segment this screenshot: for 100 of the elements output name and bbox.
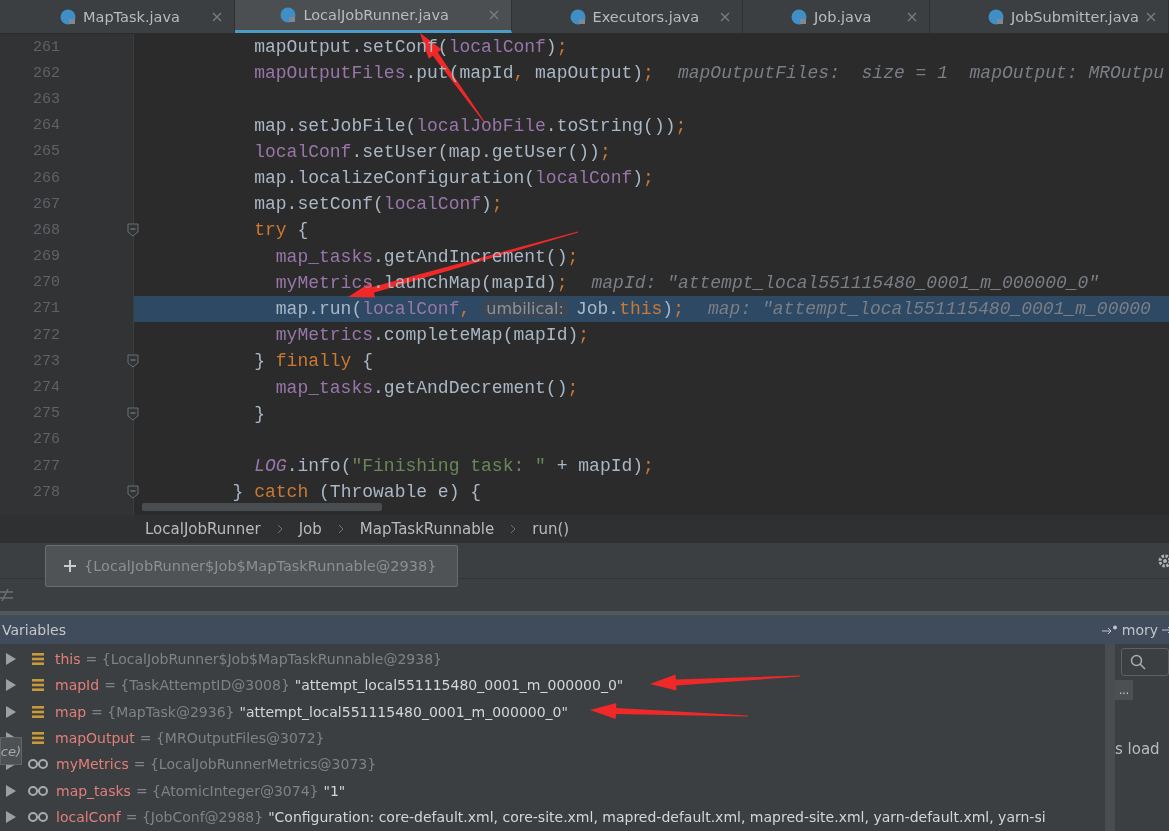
keyword: ;: [673, 298, 684, 319]
variable-name: this: [55, 651, 81, 668]
glasses-icon: [28, 810, 48, 823]
expand-arrow-icon: [6, 705, 16, 718]
static-field: LOG: [211, 456, 287, 477]
breadcrumb[interactable]: Job: [298, 520, 322, 538]
breadcrumb[interactable]: LocalJobRunner: [145, 520, 261, 538]
keyword: ;: [643, 168, 654, 189]
field-name: map_tasks: [274, 246, 374, 267]
scrollbar[interactable]: [1105, 644, 1115, 831]
object-reference: = {LocalJobRunnerMetrics@3073}: [133, 756, 377, 773]
chevron-icon: [276, 524, 283, 534]
variable-name: myMetrics: [56, 756, 129, 773]
code-text: (Throwable e) {: [318, 482, 482, 503]
expand-arrow-icon: [6, 653, 16, 666]
class-file-icon: [791, 8, 808, 25]
variable-name: mapId: [55, 677, 100, 694]
variable-value: "attempt_local551115480_0001_m_000000_0": [294, 677, 624, 694]
inline-value-hint: mapId: "attempt_local551115480_0001_m_000000_0": [591, 272, 1100, 293]
keyword: catch: [254, 482, 309, 503]
code-text: ): [632, 168, 644, 189]
expand-arrow-icon: [6, 679, 16, 692]
object-reference: = {MROutputFiles@3072}: [139, 730, 325, 747]
string-literal: "Finishing task: ": [351, 456, 546, 477]
search-icon: [1130, 654, 1146, 670]
inline-value-hint: mapOutputFiles: size = 1 mapOutput: MROutpu: [677, 63, 1164, 84]
header-label: mory: [1121, 621, 1158, 638]
object-reference: = {TaskAttemptID@3008}: [104, 677, 290, 694]
variable-value: "attempt_local551115480_0001_m_000000_0": [239, 703, 568, 720]
breadcrumb[interactable]: run(): [532, 520, 570, 538]
scrollbar[interactable]: [142, 503, 382, 511]
fold-marker-icon[interactable]: [127, 485, 139, 500]
code-text: ): [481, 194, 492, 215]
code-text: }: [253, 403, 265, 424]
code-text: {: [361, 351, 374, 372]
field-icon: [31, 678, 45, 693]
field-name: localConf: [253, 141, 352, 162]
settings-icon: [1157, 552, 1169, 569]
code-text: .getAndDecrement(): [373, 377, 568, 398]
variable-name: map: [55, 703, 87, 720]
code-text: map.run(: [274, 298, 363, 319]
glasses-icon: [28, 784, 48, 797]
more-button[interactable]: ...: [1115, 680, 1133, 700]
close-icon[interactable]: [907, 11, 917, 22]
variable-value: "Configuration: core-default.xml, core-site.xml, mapred-default.xml, mapred-site.xml, yarn-default.xml, yarn-si: [268, 808, 1046, 825]
field-name: map_tasks: [274, 377, 374, 398]
fold-marker-icon[interactable]: [127, 406, 139, 421]
field-icon: [31, 652, 45, 667]
code-text: }: [253, 351, 266, 372]
close-icon[interactable]: [212, 11, 223, 22]
glasses-icon: [28, 758, 48, 771]
class-file-icon: [569, 8, 586, 25]
object-reference: = {JobConf@2988}: [125, 808, 264, 825]
code-text: map.setConf(: [253, 194, 384, 215]
arrow-icon: [1162, 624, 1169, 635]
field-name: localConf: [383, 194, 482, 215]
object-reference: = {AtomicInteger@3074}: [135, 782, 319, 799]
close-icon[interactable]: [720, 11, 731, 22]
not-equal-icon: [0, 588, 14, 602]
keyword: this: [619, 298, 663, 319]
close-icon[interactable]: [488, 10, 499, 20]
code-text: map.setJobFile(: [253, 115, 417, 136]
code-text: ): [662, 298, 674, 319]
plus-icon: [64, 560, 76, 572]
keyword: finally: [275, 351, 352, 372]
keyword: ;: [567, 377, 579, 398]
variable-name: localConf: [56, 808, 121, 825]
keyword: ;: [556, 272, 568, 293]
fold-marker-icon[interactable]: [127, 354, 139, 369]
expand-arrow-icon: [6, 810, 16, 823]
inline-value-hint: map: "attempt_local551115480_0001_m_00000: [708, 298, 1151, 319]
editor-tab[interactable]: LocalJobRunner.java: [235, 0, 512, 33]
keyword: ;: [578, 325, 590, 346]
expand-arrow-icon: [6, 784, 16, 797]
field-name: localConf: [448, 37, 546, 58]
keyword: ;: [643, 456, 654, 477]
class-file-icon: [280, 7, 297, 23]
editor-tab[interactable]: Job.java: [743, 0, 930, 33]
field-name: localConf: [535, 168, 633, 189]
breadcrumb[interactable]: MapTaskRunnable: [359, 520, 495, 538]
keyword: ;: [567, 246, 579, 267]
code-text: .setUser(map.getUser()): [351, 141, 600, 162]
panel-title: Variables: [2, 621, 66, 638]
code-text: Job.: [575, 298, 620, 319]
object-reference: = {MapTask@2936}: [91, 703, 235, 720]
editor-tab[interactable]: JobSubmitter.java: [930, 0, 1169, 33]
code-text: .toString()): [545, 115, 676, 136]
class-file-icon: [60, 8, 76, 25]
field-name: myMetrics: [274, 272, 374, 293]
field-name: localConf: [362, 298, 460, 319]
search-field[interactable]: [1121, 648, 1169, 676]
variable-name: map_tasks: [56, 782, 131, 799]
tooltip-fragment: ce): [0, 737, 22, 765]
variable-value: "1": [323, 782, 346, 799]
field-name: myMetrics: [274, 325, 374, 346]
editor-tab[interactable]: Executors.java: [511, 0, 744, 33]
keyword: ;: [675, 115, 687, 136]
fold-marker-icon[interactable]: [127, 223, 139, 238]
field-icon: [31, 704, 45, 719]
close-icon[interactable]: [1146, 11, 1156, 22]
